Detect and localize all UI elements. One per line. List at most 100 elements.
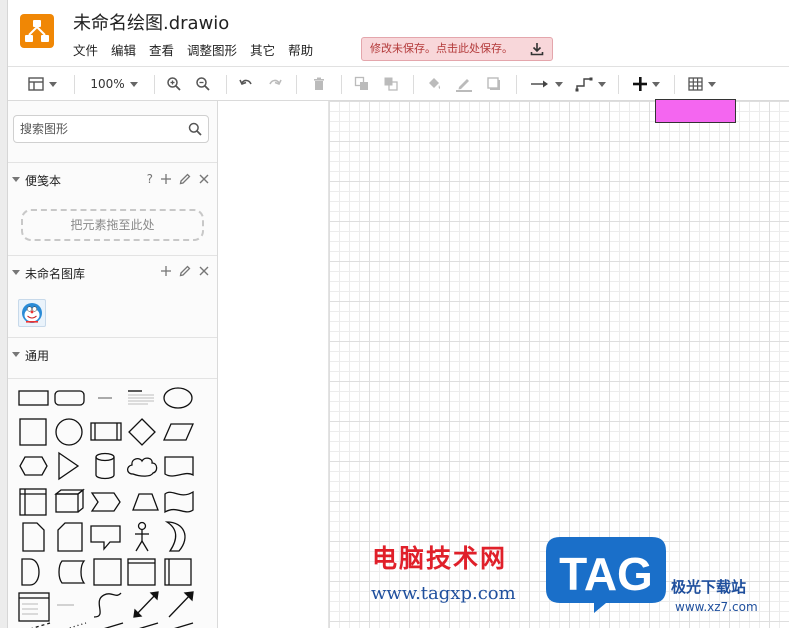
shape-data-storage[interactable] <box>58 560 86 584</box>
trash-icon <box>314 77 324 90</box>
menu-extras[interactable]: 其它 <box>250 40 275 58</box>
shape-vertical-container[interactable] <box>164 558 192 586</box>
scratchpad-dropzone[interactable]: 把元素拖至此处 <box>21 209 204 241</box>
library-title: 未命名图库 <box>25 267 86 281</box>
menu-arrange[interactable]: 调整图形 <box>187 40 237 58</box>
search-shapes-input[interactable] <box>20 120 180 138</box>
close-icon[interactable] <box>199 174 209 184</box>
shape-trapezoid[interactable] <box>132 493 159 511</box>
shape-textbox[interactable] <box>128 390 154 405</box>
edit-icon[interactable] <box>179 173 191 185</box>
shape-parallelogram[interactable] <box>163 423 194 441</box>
zoom-in-icon <box>167 77 181 91</box>
shape-curve[interactable] <box>93 592 122 618</box>
fill-color-button[interactable] <box>423 73 445 95</box>
chevron-down-icon <box>651 81 660 87</box>
shape-hexagon[interactable] <box>19 456 48 476</box>
zoom-in-button[interactable] <box>163 73 185 95</box>
zoom-select[interactable]: 100% <box>84 73 144 95</box>
shape-rectangle[interactable] <box>18 390 49 406</box>
shape-note[interactable] <box>22 522 45 552</box>
shape-square[interactable] <box>19 418 47 446</box>
shape-text[interactable] <box>92 387 120 409</box>
plus-icon[interactable] <box>161 266 171 276</box>
to-front-button[interactable] <box>351 73 373 95</box>
shape-triangle[interactable] <box>58 451 80 481</box>
library-item-doraemon[interactable] <box>18 299 46 327</box>
undo-button[interactable] <box>235 73 257 95</box>
shape-connector[interactable] <box>173 622 194 628</box>
shape-diamond[interactable] <box>128 418 156 446</box>
shape-or[interactable] <box>164 521 186 552</box>
paint-bucket-icon <box>429 78 441 89</box>
shape-rounded-rectangle[interactable] <box>54 390 85 406</box>
redo-button[interactable] <box>264 73 286 95</box>
general-header[interactable]: 通用 <box>8 337 217 370</box>
general-title: 通用 <box>25 349 50 363</box>
download-icon <box>530 43 544 56</box>
shape-list[interactable] <box>18 592 50 622</box>
insert-button[interactable] <box>628 73 664 95</box>
toolbar-divider <box>154 75 155 94</box>
shape-link[interactable] <box>138 622 159 628</box>
shape-arrow[interactable] <box>168 591 194 618</box>
panel-view-button[interactable] <box>24 73 60 95</box>
menu-view[interactable]: 查看 <box>149 40 174 58</box>
table-icon <box>688 77 703 91</box>
zoom-out-button[interactable] <box>192 73 214 95</box>
shape-actor[interactable] <box>135 521 149 552</box>
canvas-margin <box>219 101 328 628</box>
chevron-down-icon <box>48 81 57 87</box>
shape-step[interactable] <box>90 492 121 512</box>
toolbar-divider <box>413 75 414 94</box>
toolbar-divider <box>341 75 342 94</box>
shape-document[interactable] <box>164 456 194 477</box>
delete-button[interactable] <box>308 73 330 95</box>
layout-panels-icon <box>27 77 44 91</box>
shape-circle[interactable] <box>55 418 83 446</box>
redo-icon <box>269 79 282 86</box>
document-title[interactable]: 未命名绘图.drawio <box>73 9 229 35</box>
shape-cylinder[interactable] <box>95 452 115 480</box>
collapse-arrow-icon <box>12 270 20 275</box>
help-icon[interactable]: ? <box>147 172 153 186</box>
close-icon[interactable] <box>199 266 209 276</box>
shape-bidirectional-arrow[interactable] <box>133 591 159 618</box>
to-back-button[interactable] <box>380 73 402 95</box>
shape-tape[interactable] <box>164 490 194 514</box>
table-button[interactable] <box>684 73 720 95</box>
shadow-button[interactable] <box>483 73 505 95</box>
left-window-edge <box>0 0 8 628</box>
shape-cloud[interactable] <box>126 457 158 477</box>
search-box <box>13 115 209 143</box>
plus-icon[interactable] <box>161 174 171 184</box>
shape-swimlane[interactable] <box>127 558 156 586</box>
menubar: 文件 编辑 查看 调整图形 其它 帮助 <box>73 40 313 58</box>
shape-line[interactable] <box>103 622 124 628</box>
search-icon[interactable] <box>188 122 202 136</box>
edit-icon[interactable] <box>179 265 191 277</box>
line-color-button[interactable] <box>453 73 475 95</box>
connection-style-button[interactable] <box>526 73 566 95</box>
waypoints-button[interactable] <box>572 73 608 95</box>
menu-edit[interactable]: 编辑 <box>111 40 136 58</box>
scratchpad-title: 便笺本 <box>25 174 62 188</box>
shape-internal-storage[interactable] <box>19 488 47 516</box>
to-back-icon <box>384 77 398 91</box>
menu-file[interactable]: 文件 <box>73 40 98 58</box>
shape-cube[interactable] <box>54 488 85 513</box>
chevron-down-icon <box>597 81 606 87</box>
shape-callout[interactable] <box>90 525 121 551</box>
shape-delay[interactable] <box>21 558 40 586</box>
scratchpad-header[interactable]: 便笺本 ? <box>8 162 217 195</box>
shape-ellipse[interactable] <box>163 387 193 409</box>
unsaved-changes-button[interactable]: 修改未保存。点击此处保存。 <box>361 37 553 61</box>
shape-card[interactable] <box>57 522 83 552</box>
shape-dashed-line[interactable] <box>30 622 51 628</box>
shape-dotted-line[interactable] <box>66 622 87 628</box>
shape-process[interactable] <box>90 422 122 441</box>
pink-rectangle-shape[interactable] <box>655 99 736 123</box>
library-header[interactable]: 未命名图库 <box>8 255 217 288</box>
shape-container[interactable] <box>93 558 122 586</box>
menu-help[interactable]: 帮助 <box>288 40 313 58</box>
